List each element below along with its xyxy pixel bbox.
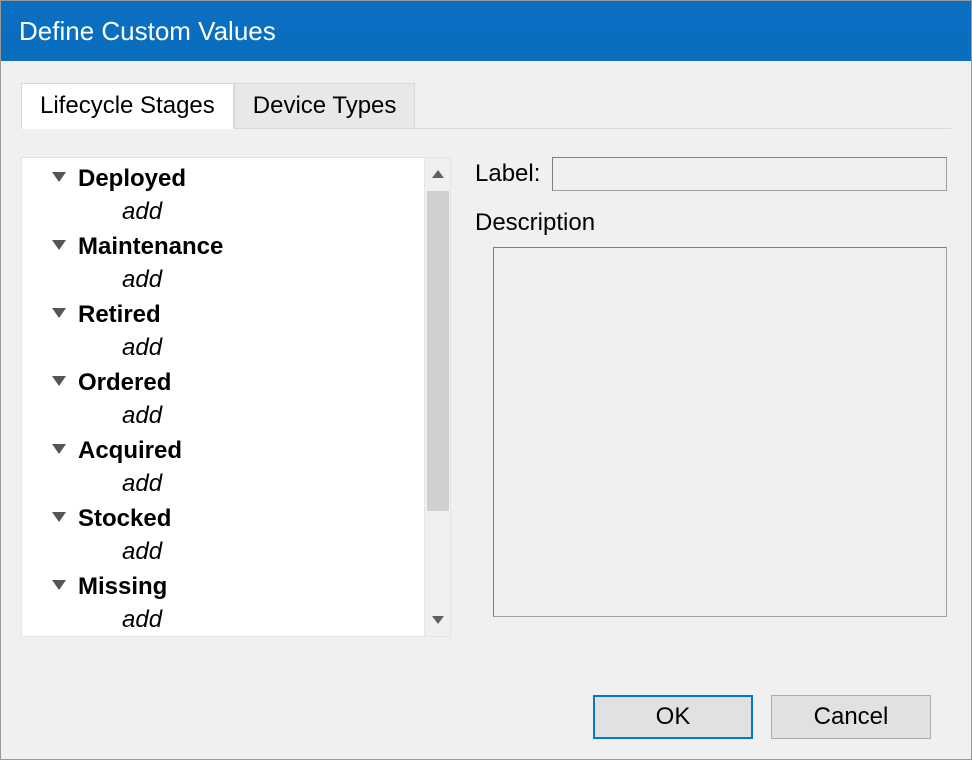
tree-item-retired[interactable]: Retired [22,298,424,332]
tree-item-ordered[interactable]: Ordered [22,366,424,400]
tree-item-label: Missing [78,573,167,601]
tree-item-label: Stocked [78,505,171,533]
tree-add-deployed[interactable]: add [22,196,424,230]
expand-icon [52,376,68,390]
tree-add-ordered[interactable]: add [22,400,424,434]
expand-icon [52,308,68,322]
tree-item-stocked[interactable]: Stocked [22,502,424,536]
label-field-label: Label: [475,160,540,188]
tree-add-stocked[interactable]: add [22,536,424,570]
expand-icon [52,444,68,458]
form-panel: Label: Description [475,157,951,677]
window-title: Define Custom Values [19,16,276,47]
tab-device-types[interactable]: Device Types [234,83,416,128]
expand-icon [52,512,68,526]
scroll-thumb[interactable] [427,191,449,511]
main-panel: Deployed add Maintenance add Retired add… [21,129,951,677]
tabs: Lifecycle Stages Device Types [21,83,951,129]
cancel-button[interactable]: Cancel [771,695,931,739]
dialog-buttons: OK Cancel [21,677,951,739]
titlebar: Define Custom Values [1,1,971,61]
tree-item-deployed[interactable]: Deployed [22,162,424,196]
tree-scrollbar[interactable] [425,157,451,637]
tree-add-missing[interactable]: add [22,604,424,637]
scroll-up-icon[interactable] [425,162,450,186]
tree-add-acquired[interactable]: add [22,468,424,502]
lifecycle-tree[interactable]: Deployed add Maintenance add Retired add… [21,157,425,637]
label-row: Label: [475,157,947,191]
tree-item-maintenance[interactable]: Maintenance [22,230,424,264]
tab-label: Device Types [253,92,397,119]
tree-add-retired[interactable]: add [22,332,424,366]
tree-item-missing[interactable]: Missing [22,570,424,604]
tree-item-label: Maintenance [78,233,223,261]
expand-icon [52,580,68,594]
tree-item-acquired[interactable]: Acquired [22,434,424,468]
tree-item-label: Ordered [78,369,171,397]
expand-icon [52,172,68,186]
tree-item-label: Acquired [78,437,182,465]
description-input[interactable] [493,247,947,617]
expand-icon [52,240,68,254]
tab-label: Lifecycle Stages [40,92,215,119]
tab-lifecycle-stages[interactable]: Lifecycle Stages [21,83,234,129]
tree-add-maintenance[interactable]: add [22,264,424,298]
content-area: Lifecycle Stages Device Types Deployed a… [1,61,971,759]
tree-container: Deployed add Maintenance add Retired add… [21,157,451,637]
description-field-label: Description [475,209,947,237]
tree-item-label: Deployed [78,165,186,193]
label-input[interactable] [552,157,947,191]
ok-button[interactable]: OK [593,695,753,739]
tree-item-label: Retired [78,301,161,329]
scroll-down-icon[interactable] [425,608,450,632]
